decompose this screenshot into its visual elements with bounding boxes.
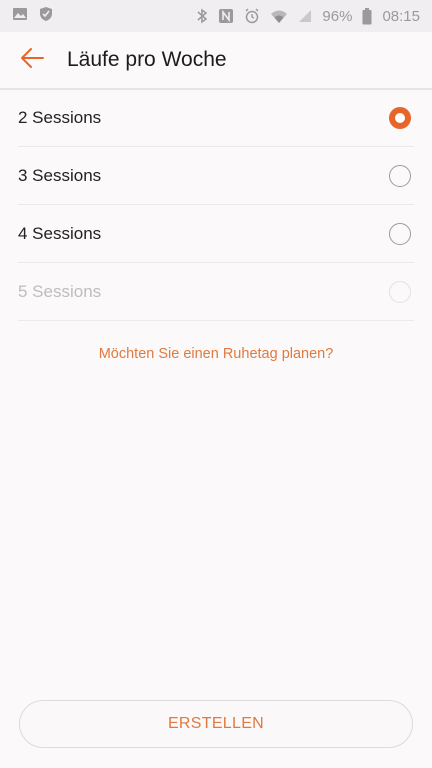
option-3-sessions[interactable]: 3 Sessions bbox=[18, 147, 414, 205]
option-label: 2 Sessions bbox=[18, 107, 102, 127]
option-5-sessions: 5 Sessions bbox=[18, 263, 414, 321]
signal-icon bbox=[298, 9, 312, 23]
nfc-icon bbox=[218, 8, 234, 24]
option-label: 5 Sessions bbox=[18, 281, 102, 301]
create-button[interactable]: ERSTELLEN bbox=[19, 700, 413, 748]
rest-day-link[interactable]: Möchten Sie einen Ruhetag planen? bbox=[0, 346, 432, 362]
option-label: 4 Sessions bbox=[18, 223, 102, 243]
create-button-label: ERSTELLEN bbox=[167, 715, 265, 732]
back-button[interactable] bbox=[0, 32, 64, 88]
radio-button-selected[interactable] bbox=[389, 106, 411, 129]
option-2-sessions[interactable]: 2 Sessions bbox=[18, 89, 414, 147]
shield-icon bbox=[38, 6, 54, 26]
radio-button-disabled bbox=[389, 280, 411, 303]
alarm-icon bbox=[244, 8, 260, 24]
battery-icon bbox=[362, 7, 372, 25]
app-bar: Läufe pro Woche bbox=[0, 32, 432, 90]
radio-button[interactable] bbox=[389, 164, 411, 187]
page-title: Läufe pro Woche bbox=[67, 48, 227, 71]
clock: 08:15 bbox=[382, 7, 420, 25]
sessions-option-list: 2 Sessions 3 Sessions 4 Sessions 5 Sessi… bbox=[18, 89, 414, 321]
radio-button[interactable] bbox=[389, 222, 411, 245]
status-bar: 96% 08:15 bbox=[0, 0, 432, 32]
option-label: 3 Sessions bbox=[18, 165, 102, 185]
option-4-sessions[interactable]: 4 Sessions bbox=[18, 205, 414, 263]
battery-text: 96% bbox=[322, 7, 353, 25]
wifi-icon bbox=[270, 8, 288, 24]
image-icon bbox=[12, 6, 28, 26]
arrow-left-icon bbox=[19, 47, 45, 74]
bluetooth-icon bbox=[196, 8, 208, 24]
